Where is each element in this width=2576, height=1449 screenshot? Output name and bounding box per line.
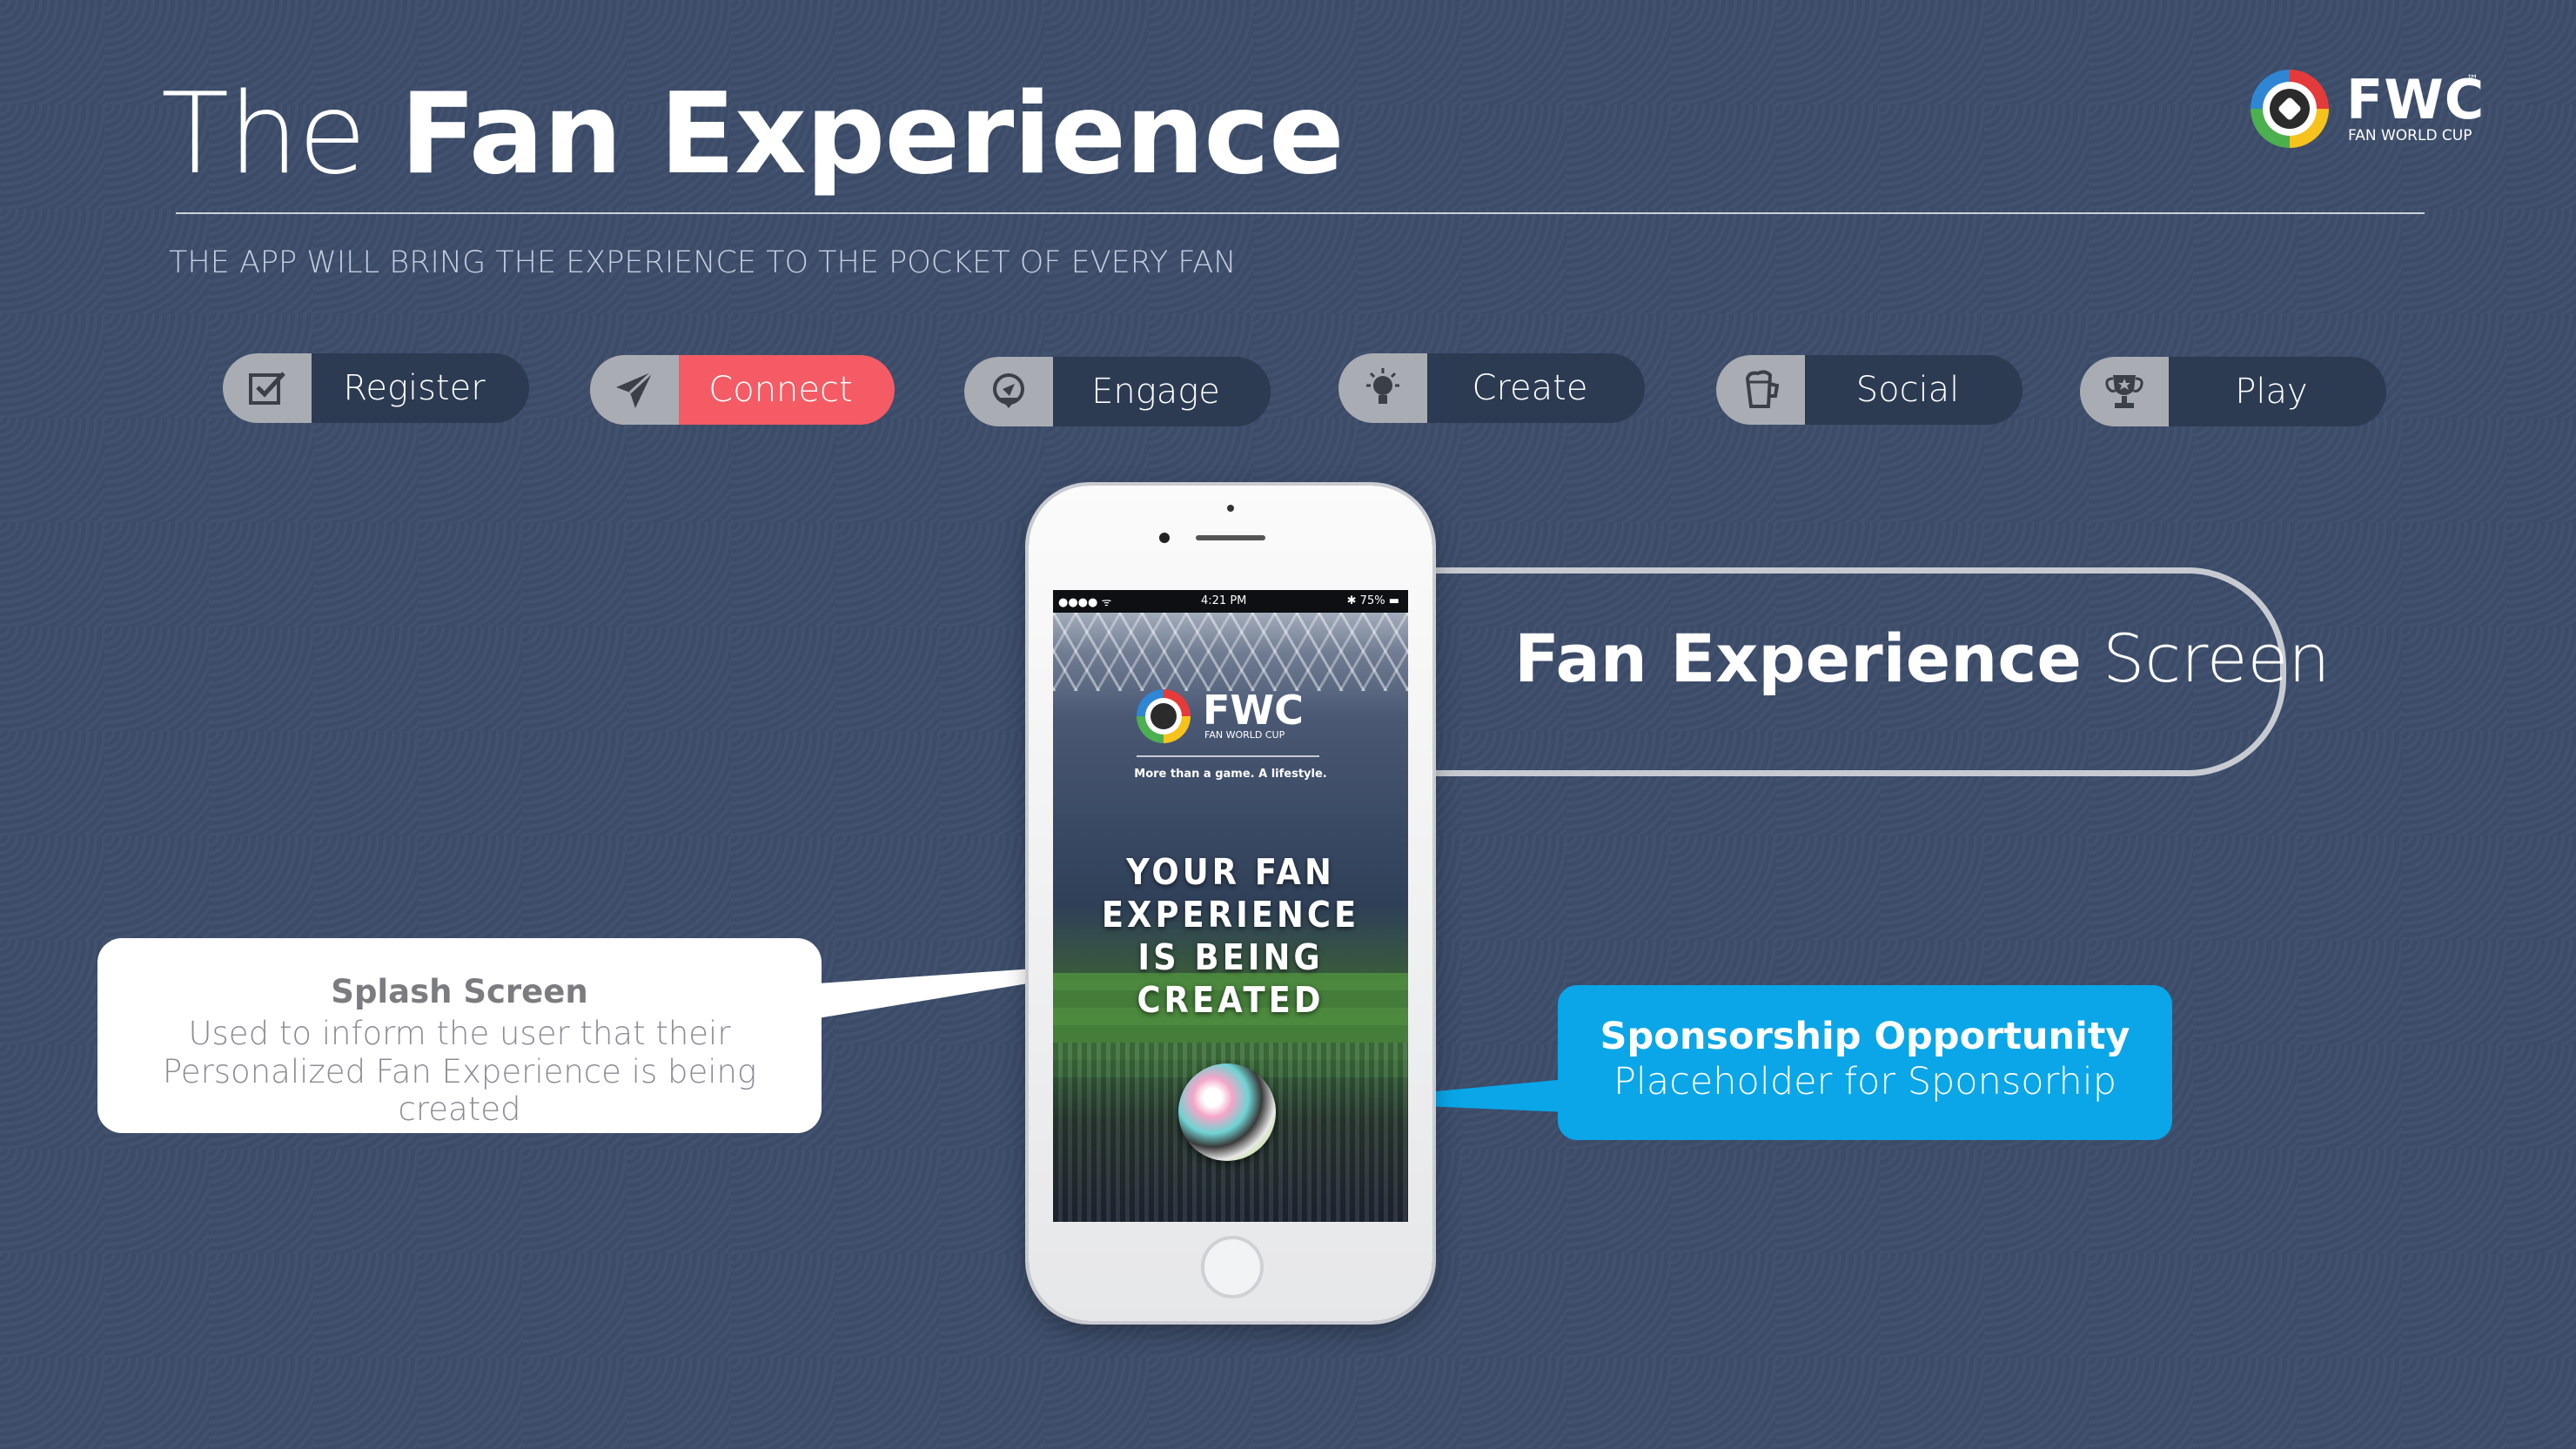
headline-line: CREATED [1137, 979, 1325, 1021]
headline-line: IS BEING [1137, 936, 1324, 978]
splash-callout-line2: Personalized Fan Experience is being cre… [162, 1053, 757, 1128]
splash-callout-line1: Used to inform the user that their [188, 1015, 731, 1052]
phone-camera [1227, 505, 1234, 512]
status-time: 4:21 PM [1201, 594, 1247, 607]
sponsor-callout: Sponsorship Opportunity Placeholder for … [1558, 985, 2172, 1140]
signal-indicator: ●●●● ᯤ [1058, 596, 1112, 609]
phone-speaker [1196, 535, 1265, 540]
splash-callout-title: Splash Screen [331, 973, 588, 1010]
headline-line: EXPERIENCE [1101, 894, 1360, 936]
splash-logo: FWC FAN WORLD CUP [1137, 686, 1328, 747]
phone-sensor [1159, 533, 1170, 543]
sponsor-callout-title: Sponsorship Opportunity [1600, 1015, 2130, 1058]
splash-tagline: More than a game. A lifestyle. [1134, 768, 1327, 781]
sponsor-ball-placeholder [1178, 1063, 1276, 1161]
phone-screen: ●●●● ᯤ 4:21 PM ✱ 75% ▬ FWC FAN WORLD CUP… [1053, 590, 1408, 1222]
splash-divider [1137, 755, 1319, 757]
splash-headline: YOUR FAN EXPERIENCE IS BEING CREATED [1053, 851, 1408, 1022]
sponsor-callout-desc: Placeholder for Sponsorhip [1613, 1060, 2116, 1104]
status-bar: ●●●● ᯤ 4:21 PM ✱ 75% ▬ [1053, 590, 1408, 613]
stadium-roof [1053, 613, 1408, 691]
splash-callout: Splash Screen Used to inform the user th… [97, 938, 822, 1133]
splash-logo-sub: FAN WORLD CUP [1204, 729, 1285, 741]
headline-line: YOUR FAN [1126, 851, 1335, 893]
phone-mockup: ●●●● ᯤ 4:21 PM ✱ 75% ▬ FWC FAN WORLD CUP… [1029, 486, 1432, 1321]
splash-logo-name: FWC [1203, 687, 1304, 734]
home-button [1201, 1236, 1264, 1298]
battery-indicator: ✱ 75% ▬ [1346, 594, 1399, 607]
fwc-ball-icon [1137, 689, 1191, 743]
